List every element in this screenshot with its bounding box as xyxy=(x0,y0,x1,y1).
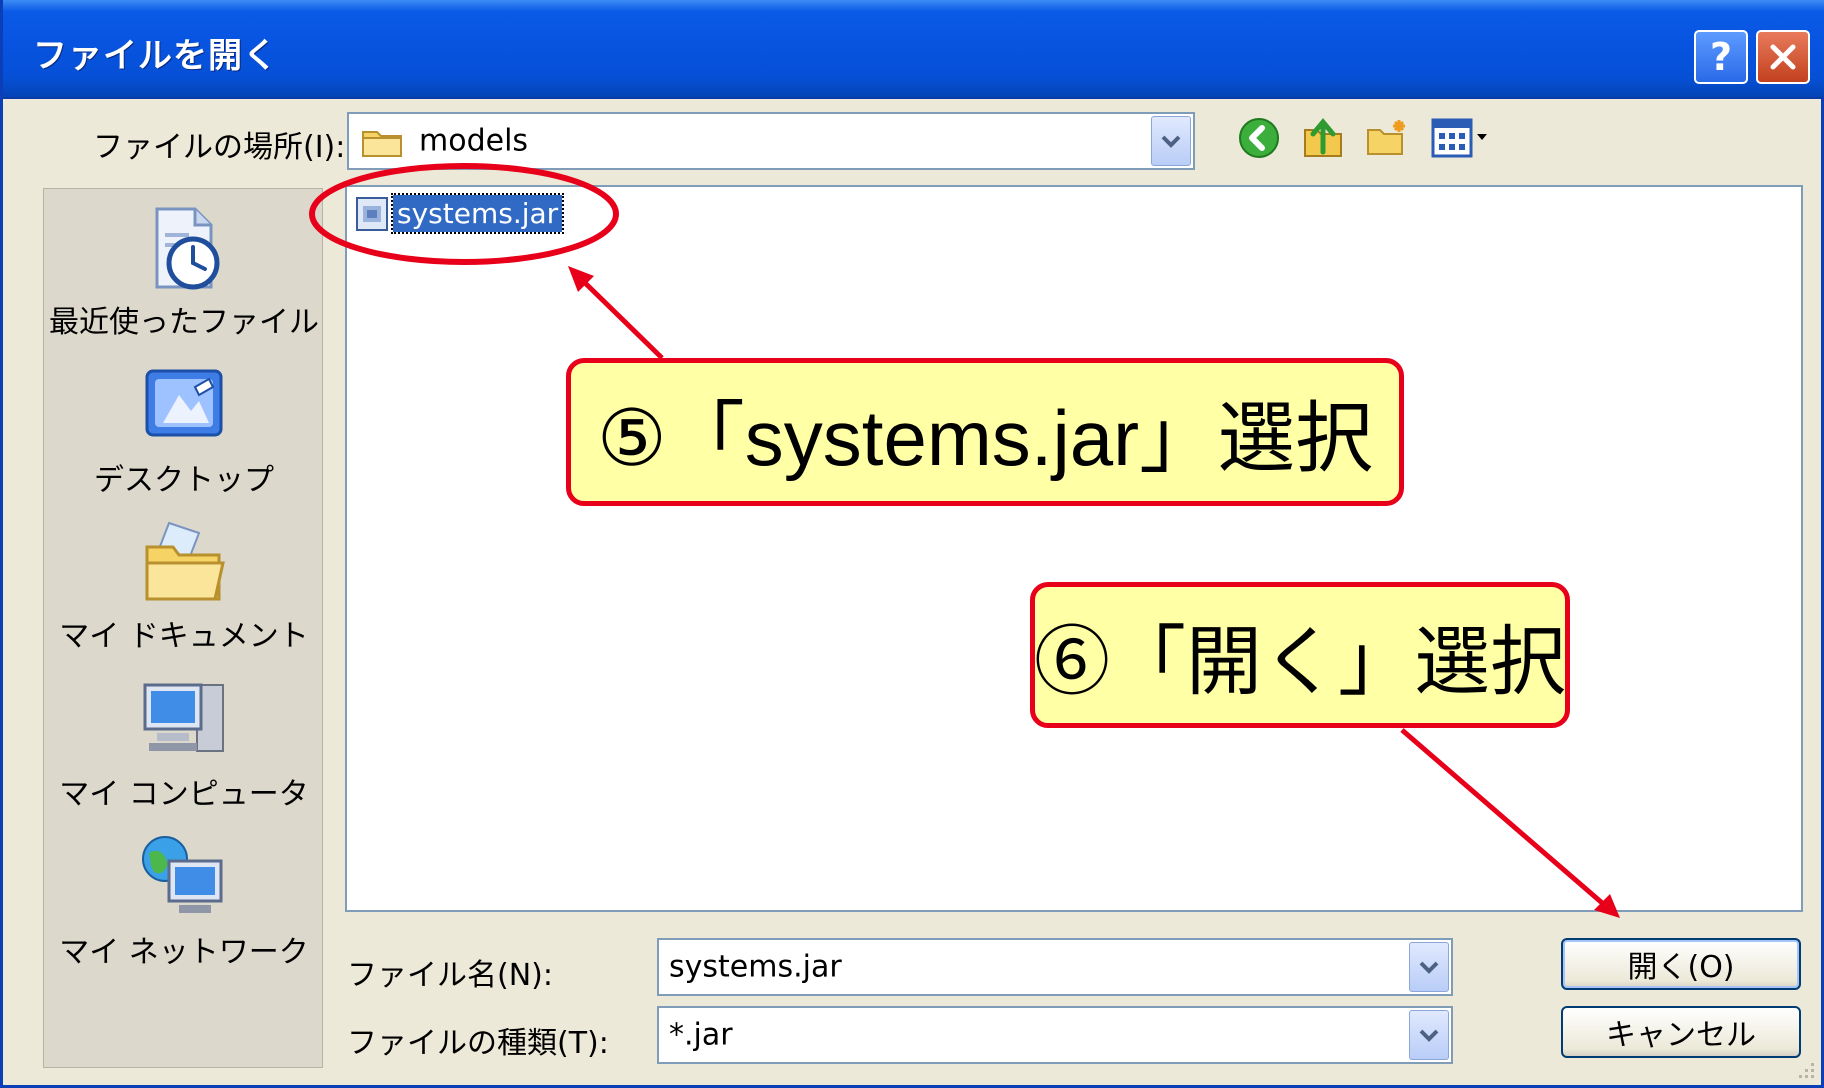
close-button[interactable] xyxy=(1756,30,1810,84)
place-recent[interactable]: 最近使ったファイル xyxy=(44,203,324,341)
title-bar[interactable]: ファイルを開く ? xyxy=(3,0,1824,99)
place-computer[interactable]: マイ コンピュータ xyxy=(44,675,324,813)
question-icon: ? xyxy=(1709,35,1733,79)
place-desktop[interactable]: デスクトップ xyxy=(44,361,324,499)
filetype-value: *.jar xyxy=(669,1017,733,1053)
place-label-documents: マイ ドキュメント xyxy=(59,619,309,654)
filename-value: systems.jar xyxy=(669,949,842,985)
folder-icon xyxy=(362,131,402,157)
chevron-down-icon xyxy=(1419,1029,1439,1042)
filename-input[interactable]: systems.jar xyxy=(657,938,1453,996)
filetype-select[interactable]: *.jar xyxy=(657,1006,1453,1064)
my-computer-icon xyxy=(143,683,224,752)
window-title: ファイルを開く xyxy=(33,36,278,76)
callout-step6: ⑥「開く」選択 xyxy=(1030,582,1570,728)
help-button[interactable]: ? xyxy=(1694,30,1748,84)
view-menu-icon[interactable] xyxy=(1431,116,1491,160)
chevron-down-icon xyxy=(1419,961,1439,974)
chevron-down-icon xyxy=(1161,135,1181,148)
file-list[interactable]: systems.jar xyxy=(345,185,1803,912)
location-value: models xyxy=(419,123,529,159)
places-bar: 最近使ったファイル デスクトップ マイ ドキュメント マイ コンピュータ マイ … xyxy=(43,188,323,1068)
file-name: systems.jar xyxy=(390,193,565,234)
close-icon xyxy=(1770,44,1796,70)
open-button[interactable]: 開く(O) xyxy=(1561,938,1801,990)
location-label: ファイルの場所(I): xyxy=(93,130,346,165)
filename-dropdown-button[interactable] xyxy=(1409,942,1449,992)
filename-label: ファイル名(N): xyxy=(347,958,553,993)
place-network[interactable]: マイ ネットワーク xyxy=(44,833,324,971)
jar-file-icon xyxy=(356,196,388,231)
callout-step5: ⑤「systems.jar」選択 xyxy=(566,358,1404,506)
my-documents-icon xyxy=(145,521,225,601)
open-file-dialog: ファイルを開く ? ファイルの場所(I): models 最近使ったファイル デ… xyxy=(0,0,1824,1088)
place-label-computer: マイ コンピュータ xyxy=(59,777,309,812)
desktop-icon xyxy=(145,369,223,437)
recent-files-icon xyxy=(155,207,220,290)
cancel-button[interactable]: キャンセル xyxy=(1561,1006,1801,1058)
place-documents[interactable]: マイ ドキュメント xyxy=(44,517,324,655)
file-item-systems-jar[interactable]: systems.jar xyxy=(355,193,565,234)
filetype-dropdown-button[interactable] xyxy=(1409,1010,1449,1060)
place-label-network: マイ ネットワーク xyxy=(59,935,309,970)
location-dropdown-button[interactable] xyxy=(1151,116,1191,166)
location-combo[interactable]: models xyxy=(347,112,1195,170)
place-label-recent: 最近使ったファイル xyxy=(49,305,319,340)
back-icon[interactable] xyxy=(1237,116,1281,160)
up-folder-icon[interactable] xyxy=(1301,116,1345,160)
filetype-label: ファイルの種類(T): xyxy=(347,1026,609,1061)
my-network-icon xyxy=(142,836,223,913)
resize-grip-icon[interactable] xyxy=(1793,1057,1817,1081)
place-label-desktop: デスクトップ xyxy=(94,463,274,498)
new-folder-icon[interactable] xyxy=(1365,116,1409,160)
